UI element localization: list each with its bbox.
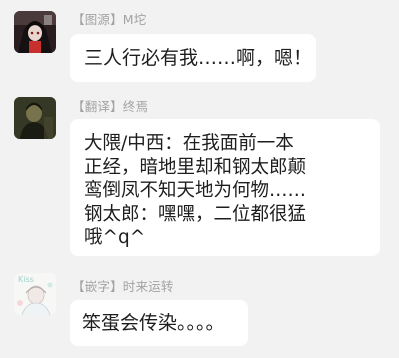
dark-figure-avatar-icon[interactable] bbox=[14, 97, 56, 139]
chat-message: Kiss 【嵌字】时来运转 笨蛋会传染。。。。 bbox=[0, 262, 399, 358]
svg-text:Kiss: Kiss bbox=[18, 275, 34, 284]
message-text-line: 哦^q^ bbox=[84, 227, 146, 248]
message-bubble[interactable]: 三人行必有我……啊，嗯！ bbox=[70, 34, 316, 82]
message-text-line: 钢太郎：嘿嘿，二位都很猛 bbox=[84, 203, 307, 225]
light-sketch-avatar-icon[interactable]: Kiss bbox=[14, 273, 56, 315]
sender-name: 【图源】M坨 bbox=[72, 12, 147, 27]
chat-message: 【翻译】终焉 大隈/中西：在我面前一本 正经，暗地里却和钢太郎颠 鸾倒凤不知天地… bbox=[0, 92, 399, 262]
message-text-line: 大隈/中西：在我面前一本 bbox=[84, 133, 294, 154]
dark-portrait-avatar-icon[interactable] bbox=[14, 11, 56, 53]
message-text: 笨蛋会传染。。。。 bbox=[82, 312, 225, 334]
message-text: 三人行必有我……啊，嗯！ bbox=[84, 47, 313, 69]
message-bubble[interactable]: 大隈/中西：在我面前一本 正经，暗地里却和钢太郎颠 鸾倒凤不知天地为何物…… 钢… bbox=[70, 119, 380, 256]
message-text-line: 正经，暗地里却和钢太郎颠 bbox=[84, 156, 307, 178]
sender-name: 【嵌字】时来运转 bbox=[72, 279, 174, 294]
message-bubble[interactable]: 笨蛋会传染。。。。 bbox=[70, 300, 248, 346]
message-text-line: 鸾倒凤不知天地为何物…… bbox=[84, 180, 307, 201]
chat-message: 【图源】M坨 三人行必有我……啊，嗯！ bbox=[0, 0, 399, 92]
sender-name: 【翻译】终焉 bbox=[72, 99, 149, 114]
